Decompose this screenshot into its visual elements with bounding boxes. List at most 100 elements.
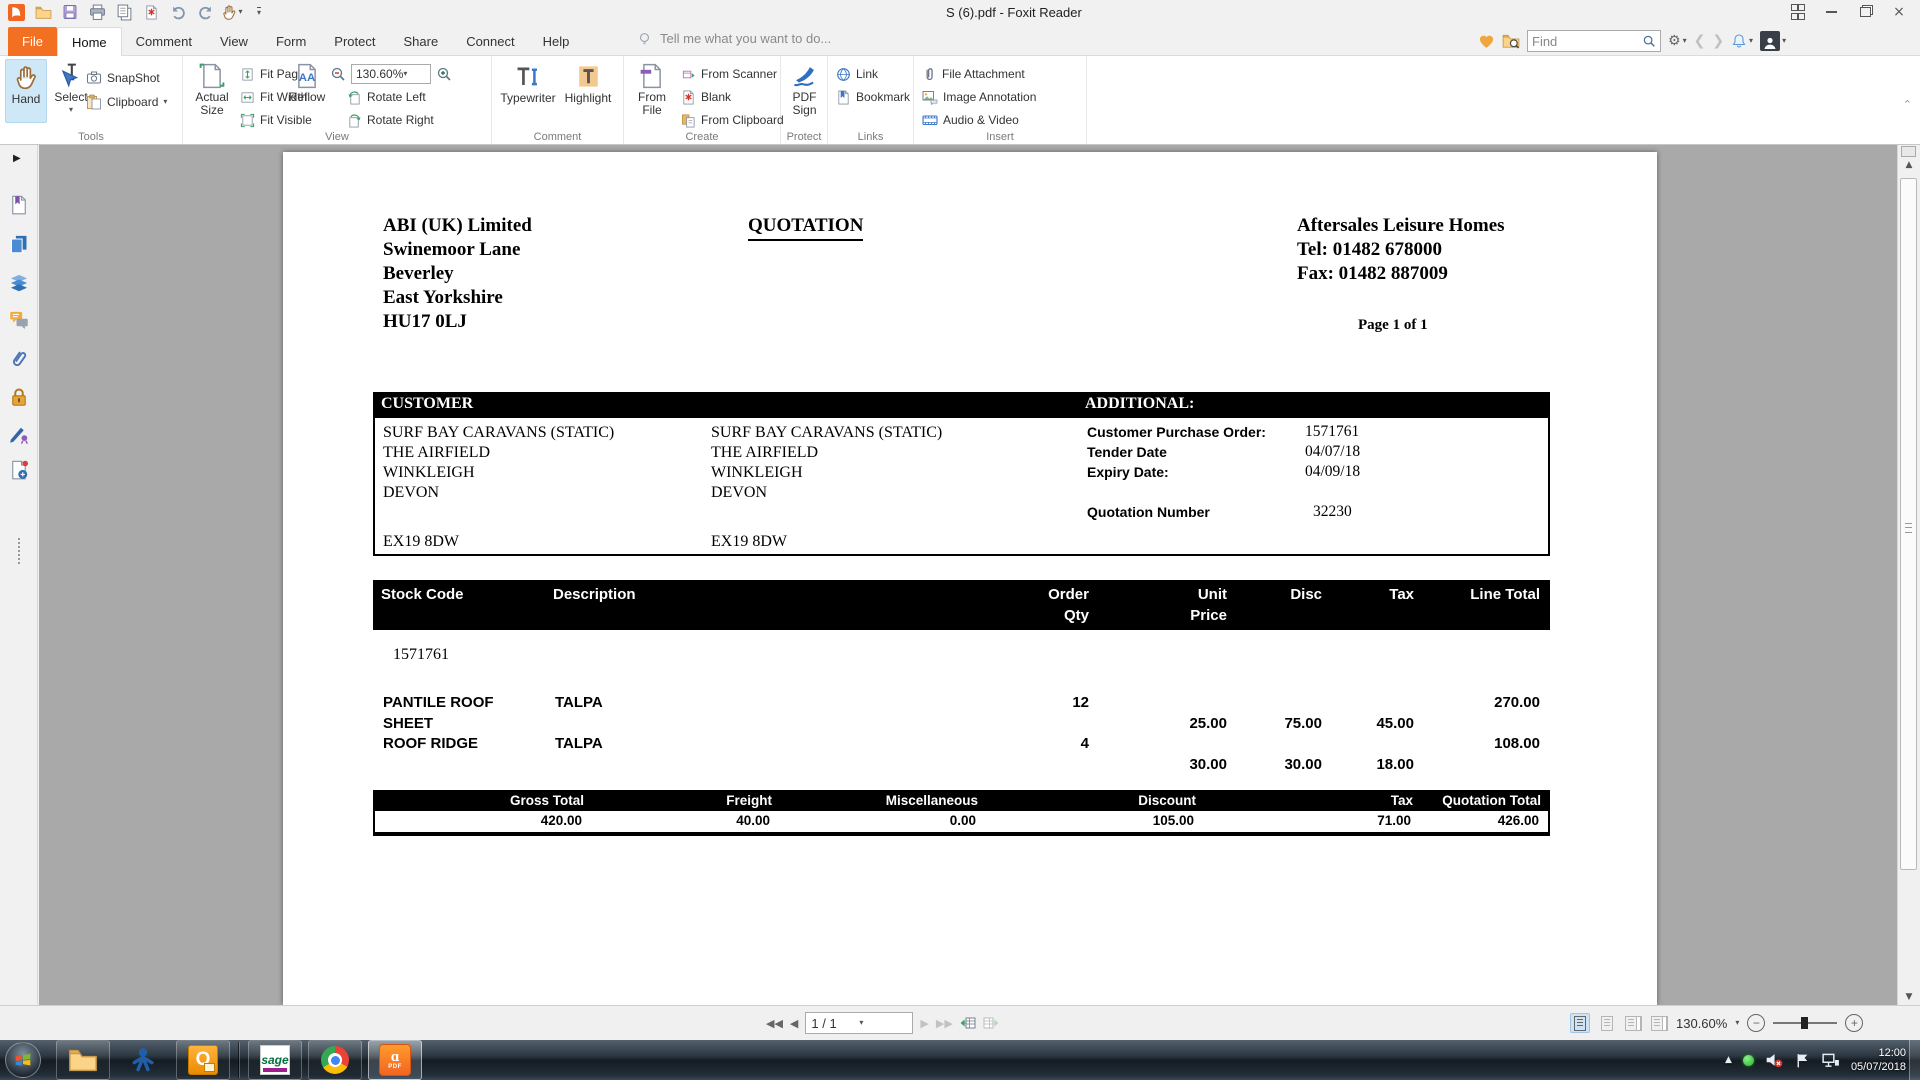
- snapshot-button[interactable]: SnapShot: [86, 68, 160, 88]
- start-button[interactable]: [5, 1042, 41, 1078]
- volume-muted-icon[interactable]: [1765, 1051, 1783, 1069]
- page-thumbnails-panel-icon[interactable]: [9, 234, 29, 254]
- new-document-button[interactable]: [140, 2, 162, 22]
- expand-panel-arrow[interactable]: ▶: [13, 153, 25, 165]
- scroll-up-button[interactable]: ▲: [1898, 160, 1920, 170]
- tab-comment[interactable]: Comment: [122, 27, 206, 56]
- split-view-handle[interactable]: [1901, 146, 1916, 157]
- reflow-button[interactable]: Reflow: [286, 59, 328, 123]
- hidden-icons-arrow[interactable]: ▲: [1725, 1055, 1732, 1065]
- tab-connect[interactable]: Connect: [452, 27, 528, 56]
- taskbar-file-explorer[interactable]: [56, 1040, 110, 1080]
- facing-layout-button[interactable]: [1624, 1014, 1642, 1032]
- taskbar-sage[interactable]: sage: [248, 1040, 302, 1080]
- last-page-button[interactable]: ▶▶: [936, 1017, 953, 1030]
- blank-button[interactable]: Blank: [681, 87, 731, 107]
- undo-button[interactable]: [167, 2, 189, 22]
- pdf-sign-button[interactable]: PDF Sign: [784, 59, 825, 123]
- taskbar-chrome[interactable]: [308, 1040, 362, 1080]
- print-button[interactable]: [86, 2, 108, 22]
- zoom-in-button-status[interactable]: +: [1845, 1014, 1863, 1032]
- zoom-slider[interactable]: [1773, 1022, 1837, 1024]
- taskbar-people-app[interactable]: [116, 1040, 170, 1080]
- maximize-button[interactable]: [1848, 0, 1882, 24]
- tab-protect[interactable]: Protect: [320, 27, 389, 56]
- highlight-button[interactable]: Highlight: [560, 59, 616, 123]
- image-annotation-button[interactable]: Image Annotation: [922, 87, 1036, 107]
- rotate-left-button[interactable]: Rotate Left: [347, 87, 426, 107]
- continuous-facing-layout-button[interactable]: [1650, 1014, 1668, 1032]
- attachments-panel-icon[interactable]: [9, 349, 29, 369]
- from-file-button[interactable]: From File: [628, 59, 676, 123]
- panel-resize-handle[interactable]: [18, 538, 20, 564]
- zoom-dropdown-caret[interactable]: ▾: [1735, 1019, 1739, 1027]
- hand-tool-quick-button[interactable]: ▾: [221, 2, 243, 22]
- forward-chevron-icon[interactable]: ❯: [1712, 33, 1724, 49]
- taskbar-outlook[interactable]: O: [176, 1040, 230, 1080]
- tab-view[interactable]: View: [206, 27, 262, 56]
- file-attachment-button[interactable]: File Attachment: [922, 64, 1025, 84]
- tab-home[interactable]: Home: [57, 27, 122, 57]
- previous-view-button[interactable]: [960, 1015, 976, 1031]
- zoom-in-button[interactable]: [436, 66, 452, 82]
- tab-help[interactable]: Help: [529, 27, 584, 56]
- rotate-right-button[interactable]: Rotate Right: [347, 110, 434, 130]
- next-page-button[interactable]: ▶: [920, 1017, 928, 1030]
- zoom-out-button[interactable]: [330, 66, 346, 82]
- previous-page-button[interactable]: ◀: [790, 1017, 798, 1030]
- hand-tool-button[interactable]: Hand: [5, 59, 47, 123]
- bookmark-button[interactable]: Bookmark: [836, 87, 910, 107]
- continuous-layout-button[interactable]: [1598, 1014, 1616, 1032]
- clipboard-button[interactable]: Clipboard▾: [86, 92, 167, 112]
- taskbar-foxit-reader[interactable]: ɑPDF: [368, 1040, 422, 1080]
- show-desktop-button[interactable]: [1909, 1040, 1920, 1080]
- next-view-button[interactable]: [983, 1015, 999, 1031]
- redo-button[interactable]: [194, 2, 216, 22]
- from-scanner-button[interactable]: From Scanner: [681, 64, 777, 84]
- layout-grid-icon[interactable]: [1780, 0, 1814, 24]
- open-file-button[interactable]: [32, 2, 54, 22]
- status-green-icon[interactable]: [1743, 1055, 1754, 1066]
- scroll-down-button[interactable]: ▼: [1898, 992, 1920, 1002]
- zoom-level-combo[interactable]: 130.60%▾: [351, 64, 431, 84]
- layers-panel-icon[interactable]: [9, 273, 29, 293]
- taskbar-clock[interactable]: 12:00 05/07/2018: [1851, 1046, 1906, 1074]
- actual-size-button[interactable]: Actual Size: [188, 59, 236, 123]
- duplicate-view-button[interactable]: [113, 2, 135, 22]
- close-button[interactable]: ×: [1882, 0, 1916, 24]
- connected-pdf-panel-icon[interactable]: [9, 460, 29, 480]
- from-clipboard-button[interactable]: From Clipboard: [681, 110, 784, 130]
- typewriter-button[interactable]: Typewriter: [500, 59, 556, 123]
- scrollbar-thumb[interactable]: [1900, 178, 1917, 870]
- digital-signatures-panel-icon[interactable]: [9, 424, 29, 444]
- document-canvas[interactable]: ABI (UK) Limited Swinemoor Lane Beverley…: [39, 145, 1920, 1005]
- minimize-button[interactable]: [1814, 0, 1848, 24]
- comments-panel-icon[interactable]: [9, 310, 29, 330]
- zoom-out-button-status[interactable]: −: [1747, 1014, 1765, 1032]
- collapse-ribbon-chevron[interactable]: ⌃: [1903, 98, 1912, 111]
- audio-video-button[interactable]: Audio & Video: [922, 110, 1019, 130]
- single-page-layout-button[interactable]: [1570, 1013, 1590, 1033]
- link-button[interactable]: Link: [836, 64, 878, 84]
- tab-form[interactable]: Form: [262, 27, 320, 56]
- page-number-combo[interactable]: 1 / 1▾: [805, 1012, 913, 1034]
- first-page-button[interactable]: ◀◀: [766, 1017, 783, 1030]
- back-chevron-icon[interactable]: ❮: [1694, 33, 1706, 49]
- action-center-flag-icon[interactable]: [1794, 1052, 1811, 1069]
- user-account-button[interactable]: ▾: [1760, 31, 1786, 51]
- network-icon[interactable]: [1822, 1051, 1840, 1069]
- zoom-slider-thumb[interactable]: [1801, 1017, 1808, 1029]
- tab-share[interactable]: Share: [389, 27, 452, 56]
- save-button[interactable]: [59, 2, 81, 22]
- notification-bell-button[interactable]: ▾: [1731, 33, 1753, 49]
- foxit-logo-icon[interactable]: [5, 2, 27, 22]
- vertical-scrollbar[interactable]: ▲ ▼: [1897, 145, 1920, 1005]
- settings-gear-button[interactable]: ⚙ ▾: [1668, 33, 1687, 49]
- tell-me-search[interactable]: Tell me what you want to do...: [637, 31, 831, 46]
- bookmarks-panel-icon[interactable]: [9, 195, 29, 215]
- heart-icon[interactable]: [1478, 33, 1495, 50]
- folder-search-icon[interactable]: [1502, 32, 1520, 50]
- security-panel-icon[interactable]: [9, 387, 29, 407]
- tab-file[interactable]: File: [8, 27, 57, 56]
- customize-toolbar-button[interactable]: ▾: [248, 2, 270, 22]
